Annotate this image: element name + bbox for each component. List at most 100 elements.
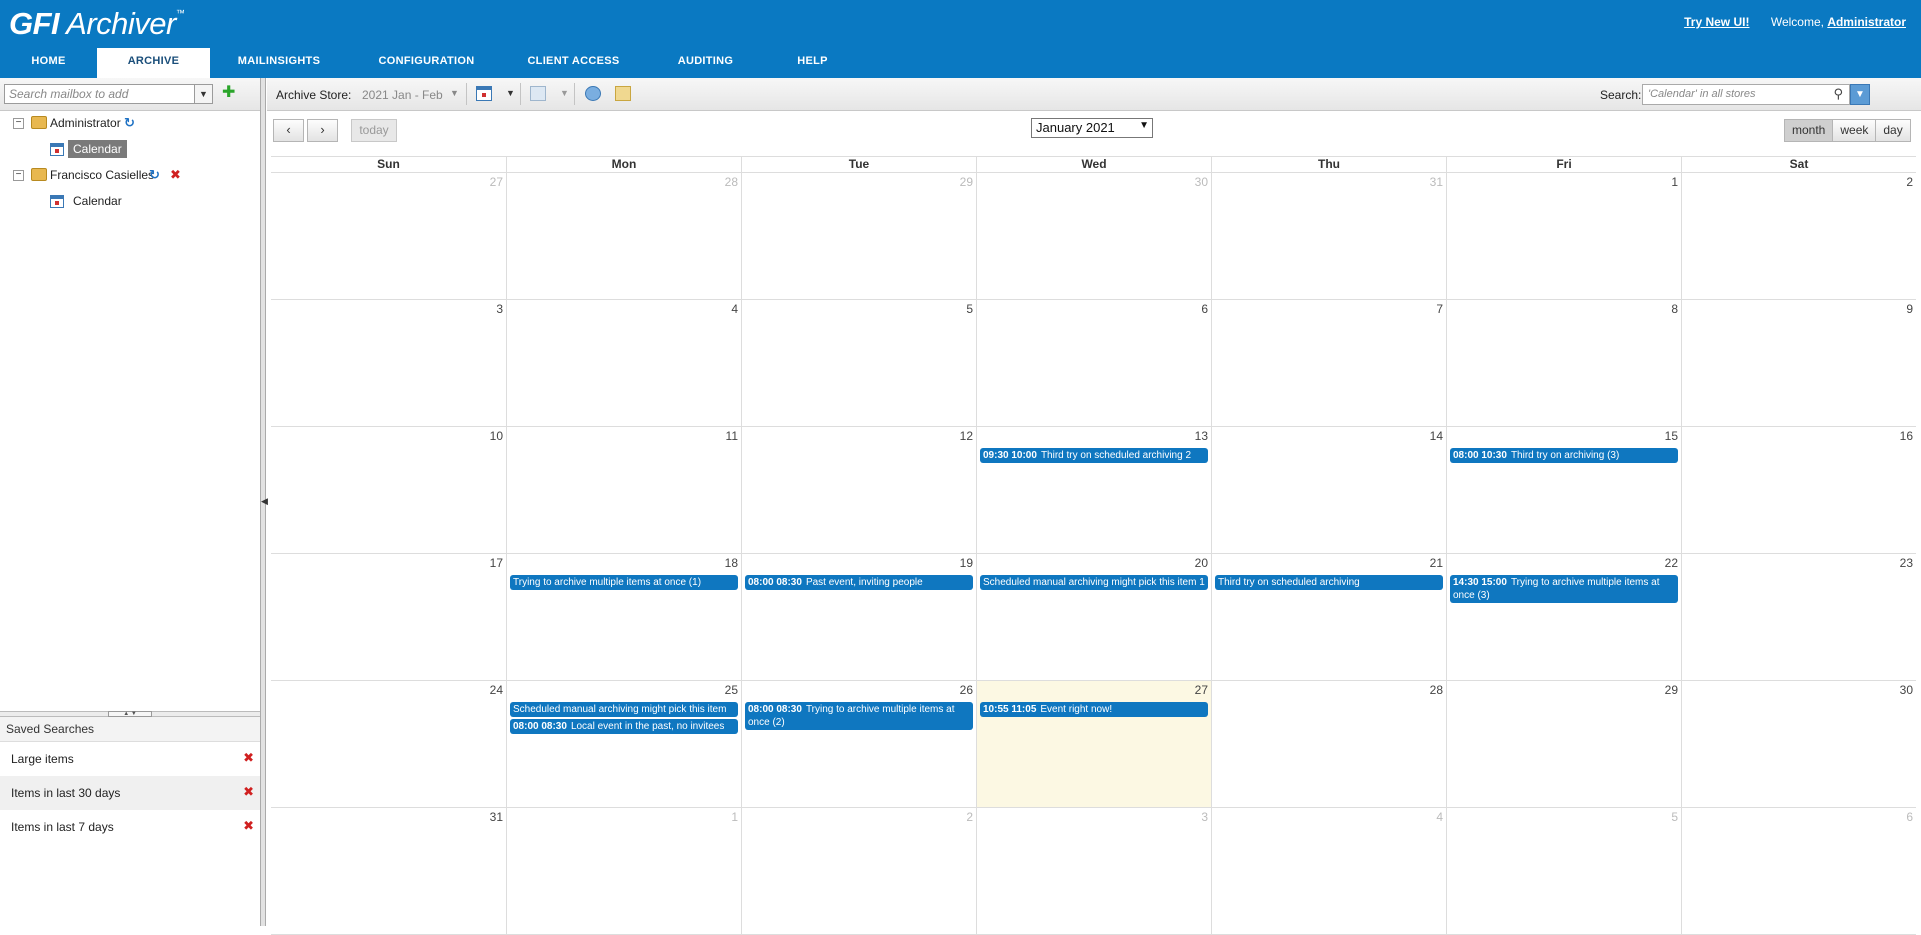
calendar-day[interactable]: 2 <box>741 808 976 934</box>
day-number[interactable]: 17 <box>490 556 503 570</box>
calendar-day[interactable]: 26 08:00 08:30 Trying to archive multiple … <box>741 681 976 807</box>
calendar-day[interactable]: 1 <box>506 808 741 934</box>
calendar-view-icon[interactable] <box>476 86 492 101</box>
saved-search-label[interactable]: Items in last 30 days <box>11 786 120 800</box>
calendar-day[interactable]: 9 <box>1681 300 1916 426</box>
day-number[interactable]: 9 <box>1906 302 1913 316</box>
day-number[interactable]: 5 <box>1671 810 1678 824</box>
week-view-button[interactable]: week <box>1833 119 1877 142</box>
delete-icon[interactable]: ✖ <box>243 784 254 800</box>
day-number[interactable]: 4 <box>731 302 738 316</box>
day-number[interactable]: 30 <box>1195 175 1208 189</box>
tree-label[interactable]: Francisco Casielles <box>50 168 154 182</box>
tab-home[interactable]: Home <box>0 48 97 78</box>
calendar-event[interactable]: Third try on scheduled archiving <box>1215 575 1443 590</box>
calendar-day[interactable]: 23 <box>1681 554 1916 680</box>
day-number[interactable]: 22 <box>1665 556 1678 570</box>
tree-label[interactable]: Administrator <box>50 116 121 130</box>
calendar-day[interactable]: 18 Trying to archive multiple items at on… <box>506 554 741 680</box>
day-number[interactable]: 29 <box>1665 683 1678 697</box>
day-number[interactable]: 31 <box>1430 175 1443 189</box>
calendar-day[interactable]: 31 <box>271 808 506 934</box>
calendar-day-today[interactable]: 27 10:55 11:05 Event right now! <box>976 681 1211 807</box>
calendar-day[interactable]: 29 <box>1446 681 1681 807</box>
tree-label-selected[interactable]: Calendar <box>68 140 127 158</box>
calendar-day[interactable]: 5 <box>1446 808 1681 934</box>
calendar-day[interactable]: 14 <box>1211 427 1446 553</box>
add-mailbox-icon[interactable]: ✚ <box>222 85 235 101</box>
day-number[interactable]: 28 <box>1430 683 1443 697</box>
tab-archive[interactable]: Archive <box>97 48 210 78</box>
collapse-icon[interactable]: − <box>13 170 24 181</box>
calendar-day[interactable]: 3 <box>271 300 506 426</box>
saved-search-label[interactable]: Items in last 7 days <box>11 820 114 834</box>
calendar-day[interactable]: 24 <box>271 681 506 807</box>
tab-help[interactable]: Help <box>769 48 856 78</box>
day-number[interactable]: 2 <box>966 810 973 824</box>
try-new-ui-link[interactable]: Try New UI! <box>1684 15 1749 29</box>
calendar-day[interactable]: 12 <box>741 427 976 553</box>
calendar-event[interactable]: 09:30 10:00 Third try on scheduled archiv… <box>980 448 1208 463</box>
delete-icon[interactable]: ✖ <box>243 750 254 766</box>
chevron-down-icon[interactable]: ▼ <box>560 88 569 98</box>
calendar-day[interactable]: 11 <box>506 427 741 553</box>
tab-client-access[interactable]: Client Access <box>505 48 642 78</box>
saved-search-label[interactable]: Large items <box>11 752 74 766</box>
calendar-day[interactable]: 16 <box>1681 427 1916 553</box>
day-number[interactable]: 3 <box>496 302 503 316</box>
day-number[interactable]: 16 <box>1900 429 1913 443</box>
calendar-day[interactable]: 30 <box>1681 681 1916 807</box>
calendar-day[interactable]: 27 <box>271 173 506 299</box>
collapse-icon[interactable]: − <box>13 118 24 129</box>
day-number[interactable]: 1 <box>731 810 738 824</box>
calendar-day[interactable]: 6 <box>976 300 1211 426</box>
tree-node-calendar[interactable]: Calendar <box>0 137 260 163</box>
calendar-day[interactable]: 31 <box>1211 173 1446 299</box>
tree-label[interactable]: Calendar <box>73 194 122 208</box>
day-view-button[interactable]: day <box>1876 119 1911 142</box>
day-number[interactable]: 20 <box>1195 556 1208 570</box>
calendar-event[interactable]: 10:55 11:05 Event right now! <box>980 702 1208 717</box>
mailbox-dropdown-button[interactable]: ▼ <box>195 84 213 104</box>
day-number[interactable]: 28 <box>725 175 738 189</box>
day-number[interactable]: 1 <box>1671 175 1678 189</box>
calendar-day[interactable]: 17 <box>271 554 506 680</box>
calendar-day[interactable]: 7 <box>1211 300 1446 426</box>
calendar-event[interactable]: 08:00 08:30 Local event in the past, no i… <box>510 719 738 734</box>
calendar-event[interactable]: 14:30 15:00 Trying to archive multiple it… <box>1450 575 1678 603</box>
month-select[interactable]: January 2021 ▼ <box>1031 118 1153 138</box>
day-number[interactable]: 31 <box>490 810 503 824</box>
day-number[interactable]: 10 <box>490 429 503 443</box>
day-number[interactable]: 21 <box>1430 556 1443 570</box>
day-number[interactable]: 3 <box>1201 810 1208 824</box>
mailbox-search-input[interactable]: Search mailbox to add <box>4 84 195 104</box>
calendar-day[interactable]: 19 08:00 08:30 Past event, inviting people <box>741 554 976 680</box>
calendar-day[interactable]: 4 <box>506 300 741 426</box>
refresh-icon[interactable]: ↻ <box>124 115 135 131</box>
delete-icon[interactable]: ✖ <box>243 818 254 834</box>
store-search-input[interactable]: 'Calendar' in all stores ⚲ <box>1642 84 1850 105</box>
day-number[interactable]: 6 <box>1201 302 1208 316</box>
today-button[interactable]: today <box>351 119 397 142</box>
calendar-day[interactable]: 2 <box>1681 173 1916 299</box>
chevron-down-icon[interactable]: ▼ <box>450 88 459 98</box>
calendar-event[interactable]: 08:00 08:30 Past event, inviting people <box>745 575 973 590</box>
calendar-day[interactable]: 28 <box>1211 681 1446 807</box>
day-number[interactable]: 25 <box>725 683 738 697</box>
day-number[interactable]: 12 <box>960 429 973 443</box>
calendar-day[interactable]: 20 Scheduled manual archiving might pick … <box>976 554 1211 680</box>
calendar-event[interactable]: Trying to archive multiple items at once… <box>510 575 738 590</box>
tab-auditing[interactable]: Auditing <box>642 48 769 78</box>
day-number[interactable]: 8 <box>1671 302 1678 316</box>
vertical-splitter[interactable]: ◀ <box>261 78 268 926</box>
collapse-left-icon[interactable]: ◀ <box>261 496 268 507</box>
day-number[interactable]: 4 <box>1436 810 1443 824</box>
calendar-event[interactable]: Scheduled manual archiving might pick th… <box>980 575 1208 590</box>
day-number[interactable]: 15 <box>1665 429 1678 443</box>
tree-node-francisco[interactable]: − Francisco Casielles ↻ ✖ <box>0 163 260 189</box>
archive-store-select[interactable]: 2021 Jan - Feb <box>362 88 443 102</box>
calendar-day[interactable]: 22 14:30 15:00 Trying to archive multiple … <box>1446 554 1681 680</box>
calendar-event[interactable]: Scheduled manual archiving might pick th… <box>510 702 738 717</box>
month-view-button[interactable]: month <box>1784 119 1834 142</box>
calendar-event[interactable]: 08:00 08:30 Trying to archive multiple it… <box>745 702 973 730</box>
